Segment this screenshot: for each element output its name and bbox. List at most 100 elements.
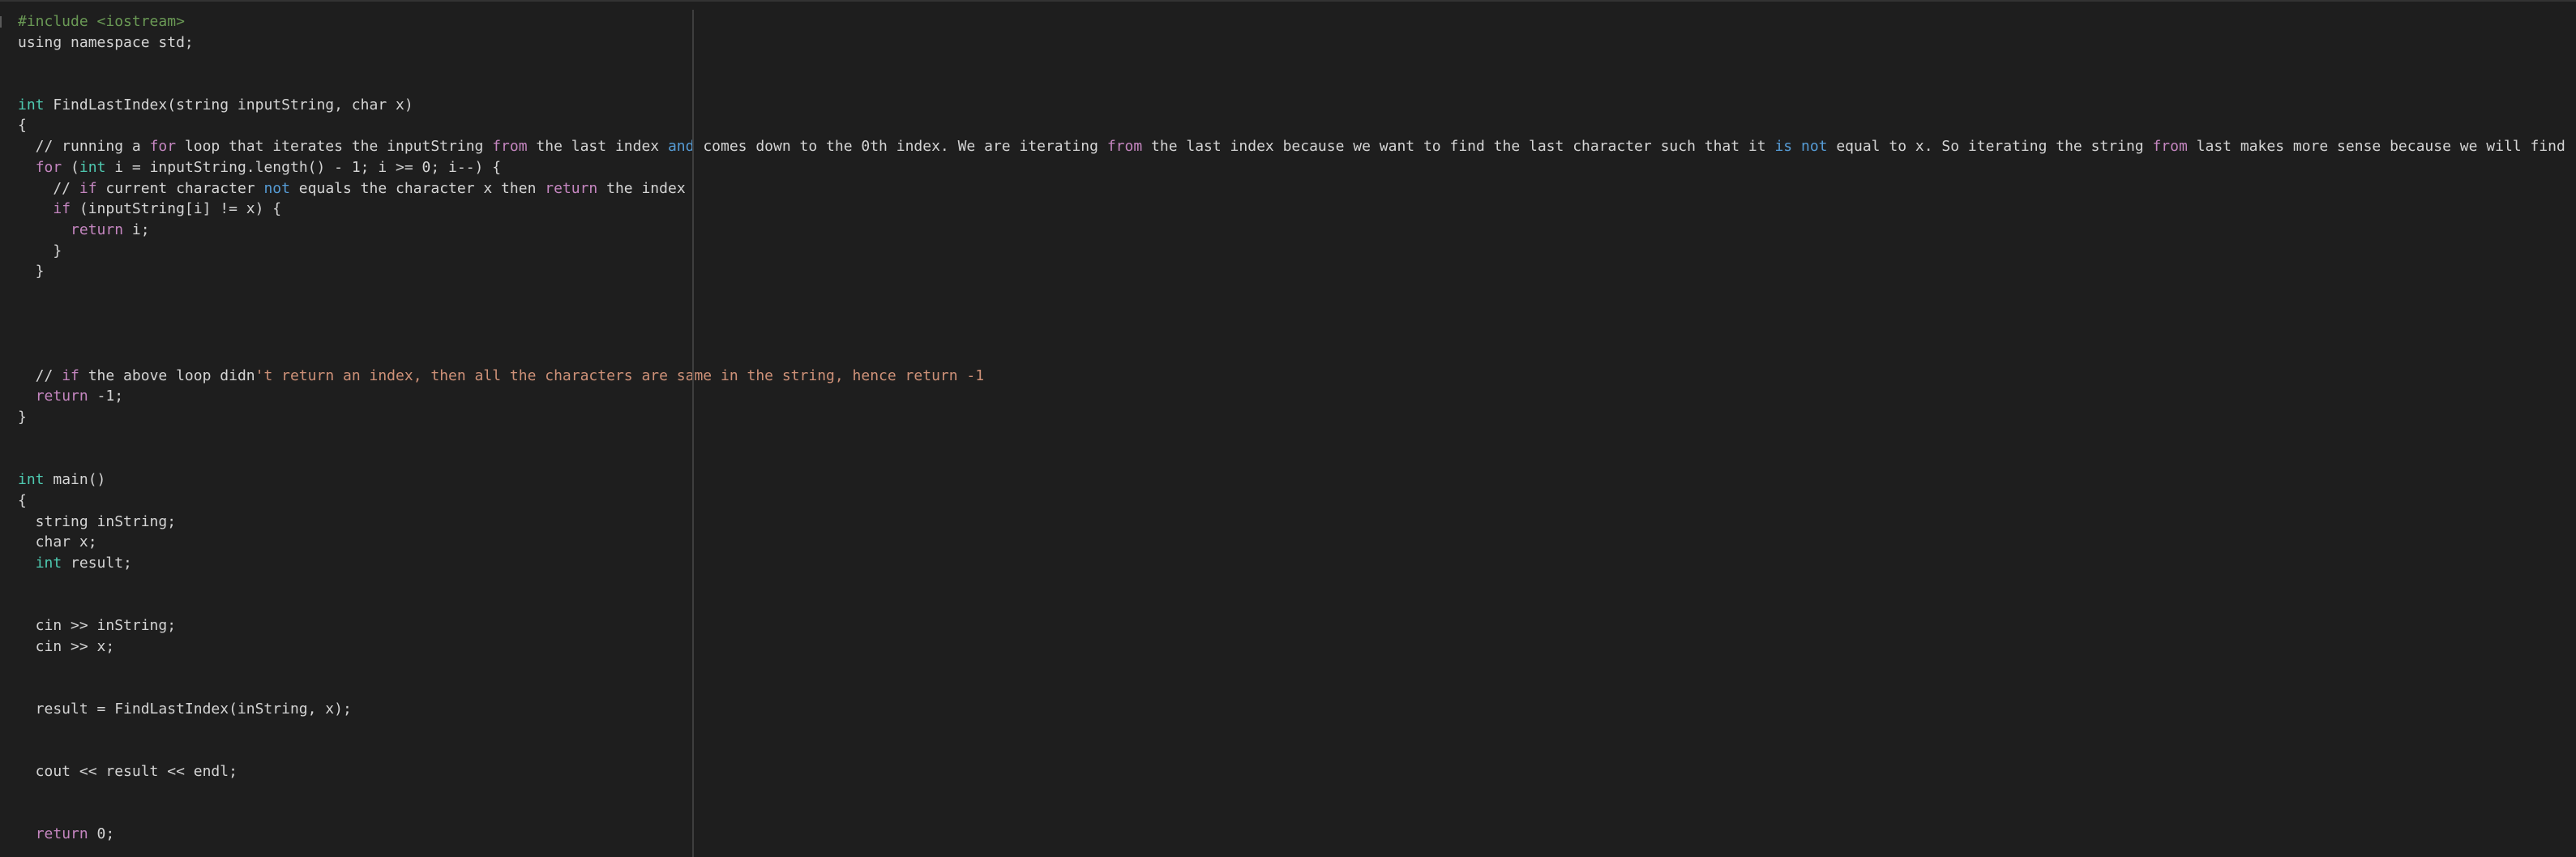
- code-line[interactable]: cin >> x;: [18, 636, 2571, 658]
- code-token: result;: [62, 554, 132, 572]
- editor-top-border: [0, 0, 2576, 2]
- code-token: if: [62, 366, 79, 384]
- code-token: not: [1800, 138, 1828, 156]
- gutter-cursor-marker: [0, 16, 2, 28]
- code-line[interactable]: [18, 740, 2571, 761]
- code-token: i = inputString.length() - 1; i >= 0; i-…: [105, 158, 502, 176]
- code-line[interactable]: #include <iostream>: [18, 11, 2571, 32]
- code-token: {: [18, 117, 27, 135]
- code-line[interactable]: }: [18, 261, 2571, 282]
- code-line[interactable]: [18, 678, 2571, 699]
- code-token: char x;: [18, 533, 97, 551]
- code-token: }: [18, 242, 62, 259]
- code-token: the index: [597, 179, 686, 197]
- code-token: }: [18, 409, 27, 426]
- code-line[interactable]: [18, 657, 2571, 678]
- code-token: cin >> inString;: [18, 616, 177, 634]
- code-token: is: [1774, 138, 1793, 156]
- code-token: int: [35, 554, 62, 572]
- code-token: int: [18, 96, 45, 114]
- code-token: from: [492, 138, 528, 156]
- code-line[interactable]: char x;: [18, 532, 2571, 553]
- code-token: from: [2152, 138, 2188, 156]
- code-line[interactable]: // running a for loop that iterates the …: [18, 136, 2571, 157]
- code-token: //: [18, 366, 62, 384]
- code-token: i;: [123, 221, 150, 238]
- code-token: #include <iostream>: [18, 13, 185, 30]
- code-token: cin >> x;: [18, 637, 115, 655]
- code-line[interactable]: [18, 53, 2571, 74]
- code-line[interactable]: cin >> inString;: [18, 615, 2571, 636]
- code-token: current character: [96, 179, 264, 197]
- code-line[interactable]: // if current character not equals the c…: [18, 178, 2571, 199]
- code-line[interactable]: }: [18, 241, 2571, 262]
- code-token: equal to x. So iterating the string: [1827, 138, 2153, 156]
- code-line[interactable]: for (int i = inputString.length() - 1; i…: [18, 157, 2571, 178]
- code-line[interactable]: string inString;: [18, 512, 2571, 533]
- code-token: the last index: [527, 138, 668, 156]
- code-token: from: [1106, 138, 1143, 156]
- code-token: not: [263, 179, 290, 197]
- code-line[interactable]: [18, 448, 2571, 469]
- code-token: // running a: [18, 138, 150, 156]
- code-line[interactable]: using namespace std;: [18, 32, 2571, 54]
- code-token: main(): [44, 471, 106, 489]
- code-token: (: [62, 158, 79, 176]
- code-line[interactable]: [18, 594, 2571, 615]
- code-token: for: [149, 138, 177, 156]
- code-line[interactable]: [18, 803, 2571, 824]
- code-line[interactable]: [18, 324, 2571, 345]
- code-token: }: [18, 263, 45, 281]
- code-line[interactable]: return i;: [18, 220, 2571, 241]
- code-token: for: [35, 158, 62, 176]
- code-token: string inString;: [18, 512, 177, 530]
- code-token: loop that iterates the inputString: [176, 138, 493, 156]
- code-line[interactable]: return 0;: [18, 824, 2571, 845]
- code-line[interactable]: int FindLastIndex(string inputString, ch…: [18, 95, 2571, 116]
- code-token: and: [667, 138, 695, 156]
- code-line[interactable]: return -1;: [18, 386, 2571, 407]
- code-token: -1;: [88, 388, 124, 405]
- code-token: int: [79, 158, 106, 176]
- code-token: FindLastIndex(string inputString, char x…: [44, 96, 413, 114]
- code-line[interactable]: result = FindLastIndex(inString, x);: [18, 699, 2571, 720]
- code-token: the above loop didn: [79, 366, 255, 384]
- code-line[interactable]: [18, 282, 2571, 303]
- code-line[interactable]: [18, 74, 2571, 95]
- code-editor[interactable]: #include <iostream> using namespace std; …: [18, 11, 2571, 855]
- code-line[interactable]: int main(): [18, 469, 2571, 491]
- code-token: return: [35, 825, 88, 842]
- code-line[interactable]: if (inputString[i] != x) {: [18, 199, 2571, 220]
- code-line[interactable]: [18, 719, 2571, 740]
- code-token: int: [18, 471, 45, 489]
- code-token: last makes more sense because we will fi…: [2196, 138, 2565, 156]
- code-token: using namespace std;: [18, 33, 194, 51]
- code-line[interactable]: {: [18, 115, 2571, 136]
- code-line[interactable]: }: [18, 407, 2571, 428]
- code-token: 't return an index, then all the charact…: [255, 366, 985, 384]
- code-line[interactable]: [18, 345, 2571, 366]
- code-line[interactable]: int result;: [18, 553, 2571, 574]
- code-line[interactable]: [18, 574, 2571, 595]
- code-token: if: [79, 179, 97, 197]
- code-line[interactable]: [18, 428, 2571, 449]
- code-token: return: [71, 221, 124, 238]
- code-token: return: [545, 179, 598, 197]
- code-line[interactable]: {: [18, 491, 2571, 512]
- code-token: comes down to the 0th index. We are iter…: [694, 138, 1107, 156]
- code-line[interactable]: cout << result << endl;: [18, 761, 2571, 782]
- code-token: the last index because we want to find t…: [1142, 138, 1775, 156]
- code-line[interactable]: [18, 782, 2571, 803]
- code-token: return: [35, 388, 88, 405]
- code-line[interactable]: [18, 303, 2571, 324]
- code-token: 0;: [88, 825, 115, 842]
- code-line[interactable]: // if the above loop didn't return an in…: [18, 366, 2571, 387]
- code-token: cout << result << endl;: [18, 762, 237, 780]
